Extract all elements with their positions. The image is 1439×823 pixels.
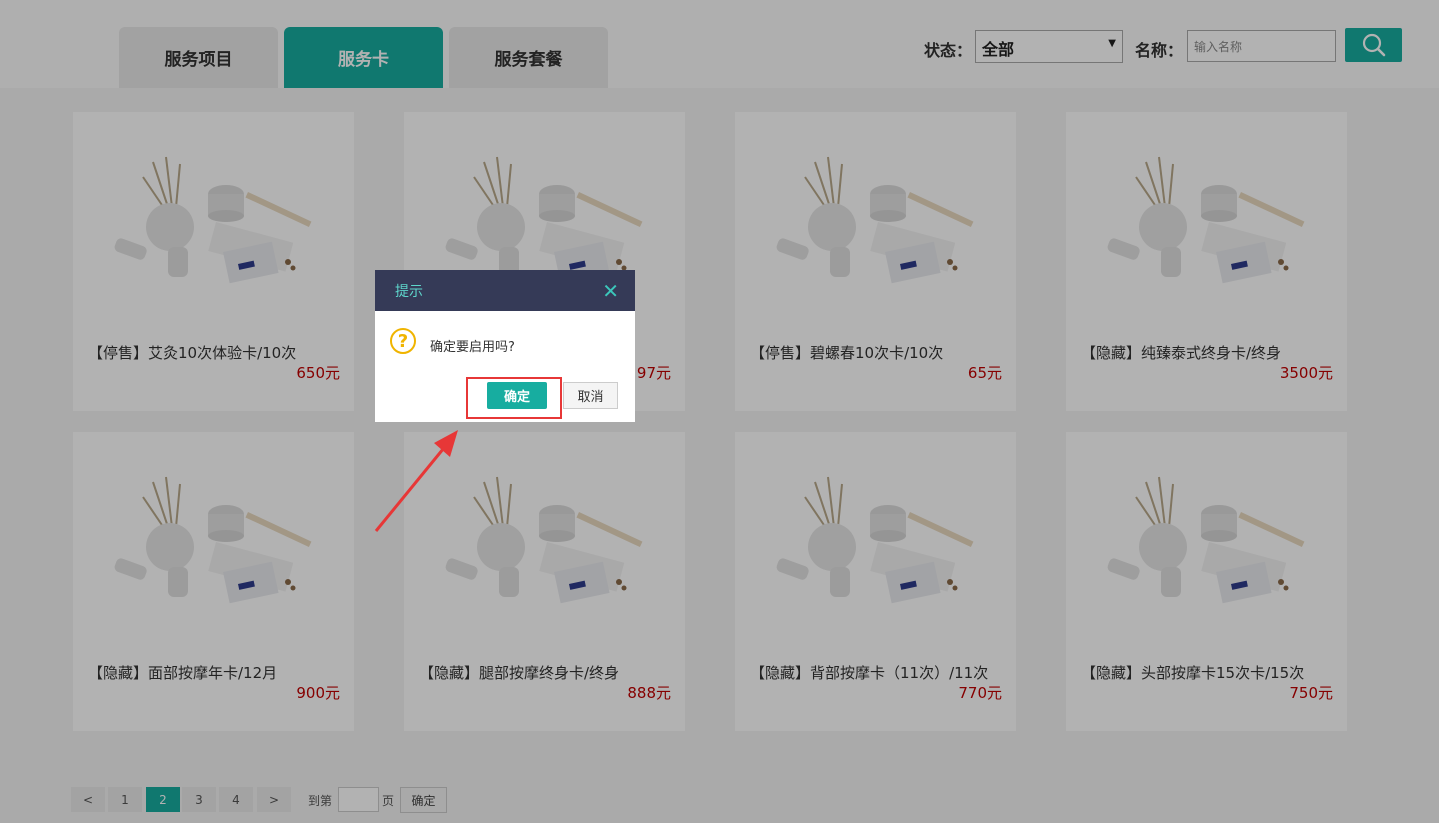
- annotation-arrow-icon: [374, 430, 458, 532]
- question-icon: ?: [390, 328, 416, 354]
- cancel-button[interactable]: 取消: [563, 382, 618, 409]
- dialog-title: 提示: [395, 283, 423, 300]
- annotation-highlight-box: [466, 377, 562, 419]
- modal-overlay[interactable]: [0, 0, 1439, 823]
- dialog-message: 确定要启用吗?: [430, 340, 515, 355]
- close-icon[interactable]: ✕: [602, 281, 619, 301]
- dialog-header: 提示 ✕: [375, 270, 635, 311]
